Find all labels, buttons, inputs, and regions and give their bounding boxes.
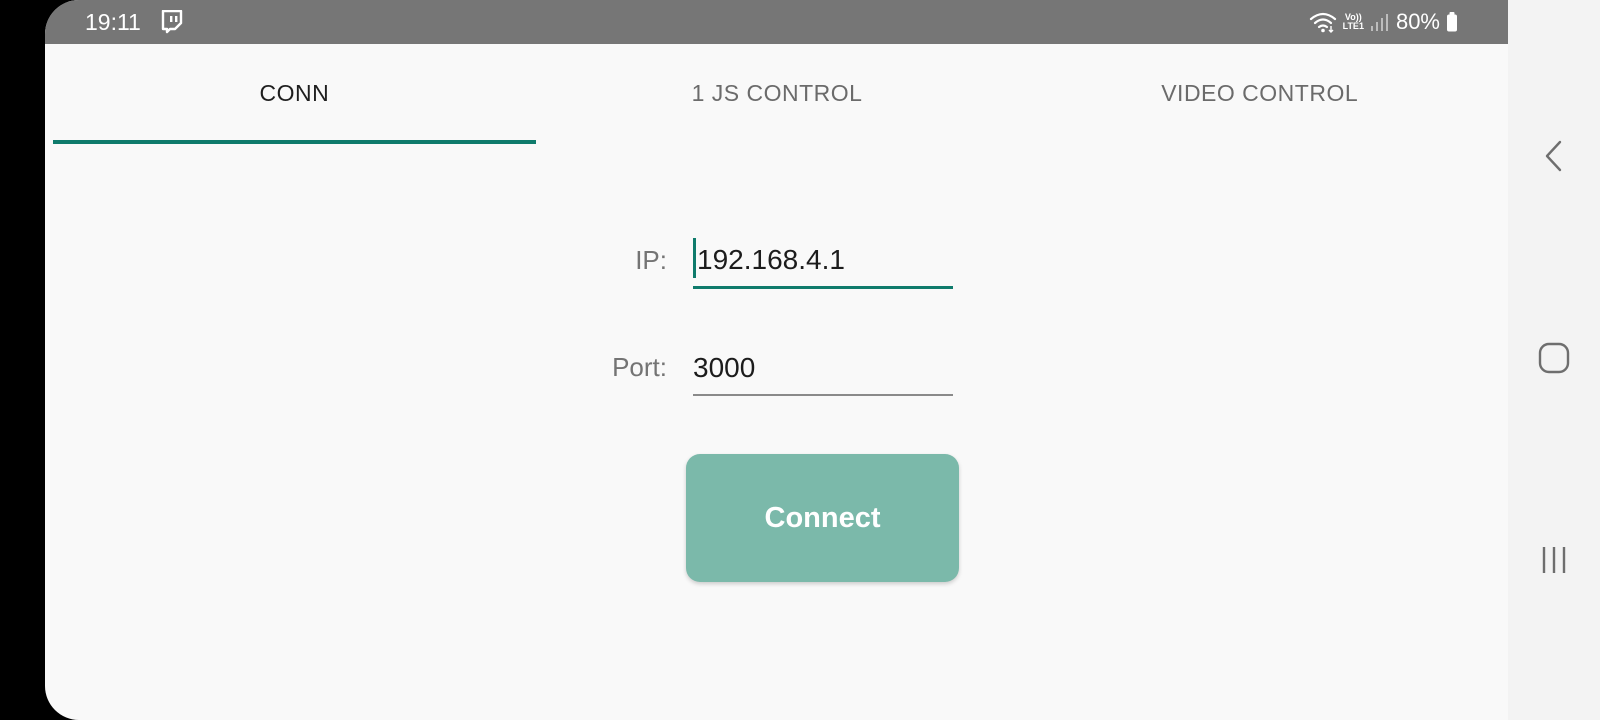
back-button[interactable] xyxy=(1508,118,1600,198)
connect-button[interactable]: Connect xyxy=(686,454,959,582)
device-frame: 19:11 Vo)) LTE1 80% CONN 1 JS CONTROL VI… xyxy=(0,0,1600,720)
home-button[interactable] xyxy=(1508,320,1600,400)
signal-icon xyxy=(1370,12,1390,32)
active-tab-indicator xyxy=(53,140,536,144)
battery-percent: 80% xyxy=(1395,9,1440,34)
tab-video-control-label: VIDEO CONTROL xyxy=(1161,79,1359,106)
back-icon xyxy=(1542,139,1566,178)
tab-conn[interactable]: CONN xyxy=(53,44,536,144)
ip-label: IP: xyxy=(635,245,667,275)
connect-button-label: Connect xyxy=(764,501,881,534)
ip-input-underline xyxy=(693,286,953,289)
tab-conn-label: CONN xyxy=(259,79,330,106)
port-label: Port: xyxy=(612,352,667,382)
navigation-bar xyxy=(1508,0,1600,720)
port-input[interactable] xyxy=(693,344,957,392)
tab-video-control[interactable]: VIDEO CONTROL xyxy=(1018,44,1501,144)
tab-bar: CONN 1 JS CONTROL VIDEO CONTROL xyxy=(53,44,1501,144)
volte-indicator: Vo)) LTE1 xyxy=(1343,13,1364,31)
ip-input[interactable] xyxy=(693,236,957,284)
status-bar: 19:11 Vo)) LTE1 80% xyxy=(45,0,1508,44)
port-input-underline xyxy=(693,394,953,396)
tab-js-control-label: 1 JS CONTROL xyxy=(691,79,863,106)
app-screen: 19:11 Vo)) LTE1 80% CONN 1 JS CONTROL VI… xyxy=(45,0,1508,720)
status-icons: Vo)) LTE1 80% xyxy=(1309,9,1458,35)
recents-button[interactable] xyxy=(1508,522,1600,602)
twitch-icon xyxy=(161,9,183,34)
wifi-icon xyxy=(1309,11,1337,33)
battery-icon xyxy=(1446,11,1458,33)
volte-bottom-label: LTE1 xyxy=(1342,21,1364,31)
tab-js-control[interactable]: 1 JS CONTROL xyxy=(536,44,1019,144)
home-icon xyxy=(1537,341,1571,380)
status-time: 19:11 xyxy=(85,9,141,35)
recents-icon xyxy=(1539,544,1569,581)
